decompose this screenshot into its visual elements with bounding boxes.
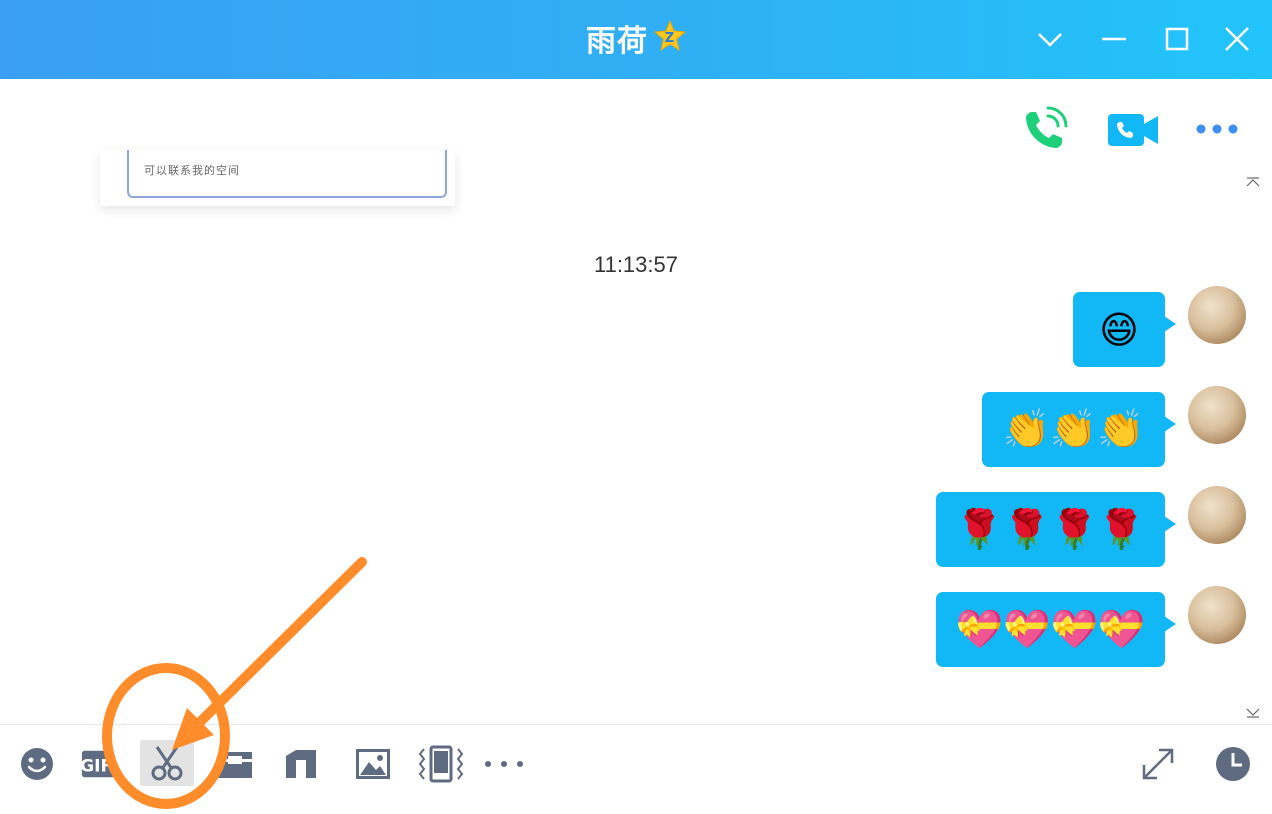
emoji-icon[interactable] [18,745,56,783]
avatar[interactable] [1188,486,1246,544]
message-bubble[interactable]: 😄 [1073,292,1176,367]
gif-icon[interactable]: GIF [80,745,118,783]
input-toolbar-divider [0,724,1272,725]
chat-title-area: 雨荷 Z [0,16,1272,63]
history-clock-icon[interactable] [1214,745,1252,783]
message-content: 🌹🌹🌹🌹 [955,507,1146,551]
message-row: 💝💝💝💝 [0,586,1272,667]
qq-star-icon: Z [653,19,687,60]
file-icon[interactable] [216,745,254,783]
image-icon[interactable] [354,745,392,783]
voice-call-icon[interactable] [1020,104,1070,154]
scroll-up-icon[interactable] [1246,172,1260,187]
previous-message-card[interactable]: 可以联系我的空间 [100,150,455,206]
more-dots-icon[interactable] [1195,104,1239,154]
close-icon[interactable] [1220,22,1254,56]
shake-icon[interactable] [418,745,464,783]
title-bar: 雨荷 Z [0,0,1272,79]
message-bubble[interactable]: 🌹🌹🌹🌹 [936,492,1176,567]
message-row: 😄 [0,286,1272,367]
card-text: 可以联系我的空间 [144,164,240,177]
screenshot-scissors-icon[interactable] [140,740,194,786]
scroll-down-icon[interactable] [1246,703,1260,718]
message-row: 👏👏👏 [0,386,1272,467]
avatar[interactable] [1188,586,1246,644]
message-row: 🌹🌹🌹🌹 [0,486,1272,567]
contact-name: 雨荷 [586,24,648,59]
message-timestamp: 11:13:57 [593,252,678,277]
minimize-icon[interactable] [1097,22,1131,56]
message-content: 💝💝💝💝 [955,607,1146,651]
video-call-icon[interactable] [1106,104,1160,154]
message-content: 😄 [1099,307,1139,352]
svg-text:GIF: GIF [80,757,112,777]
dropdown-chevron-icon[interactable] [1033,22,1067,56]
expand-icon[interactable] [1139,745,1177,783]
avatar[interactable] [1188,386,1246,444]
shortcut-icon[interactable] [282,745,320,783]
maximize-icon[interactable] [1160,22,1194,56]
more-icon[interactable] [482,745,526,783]
message-bubble[interactable]: 👏👏👏 [982,392,1176,467]
avatar[interactable] [1188,286,1246,344]
message-content: 👏👏👏 [1002,407,1145,451]
message-bubble[interactable]: 💝💝💝💝 [936,592,1176,667]
svg-text:Z: Z [665,31,675,46]
